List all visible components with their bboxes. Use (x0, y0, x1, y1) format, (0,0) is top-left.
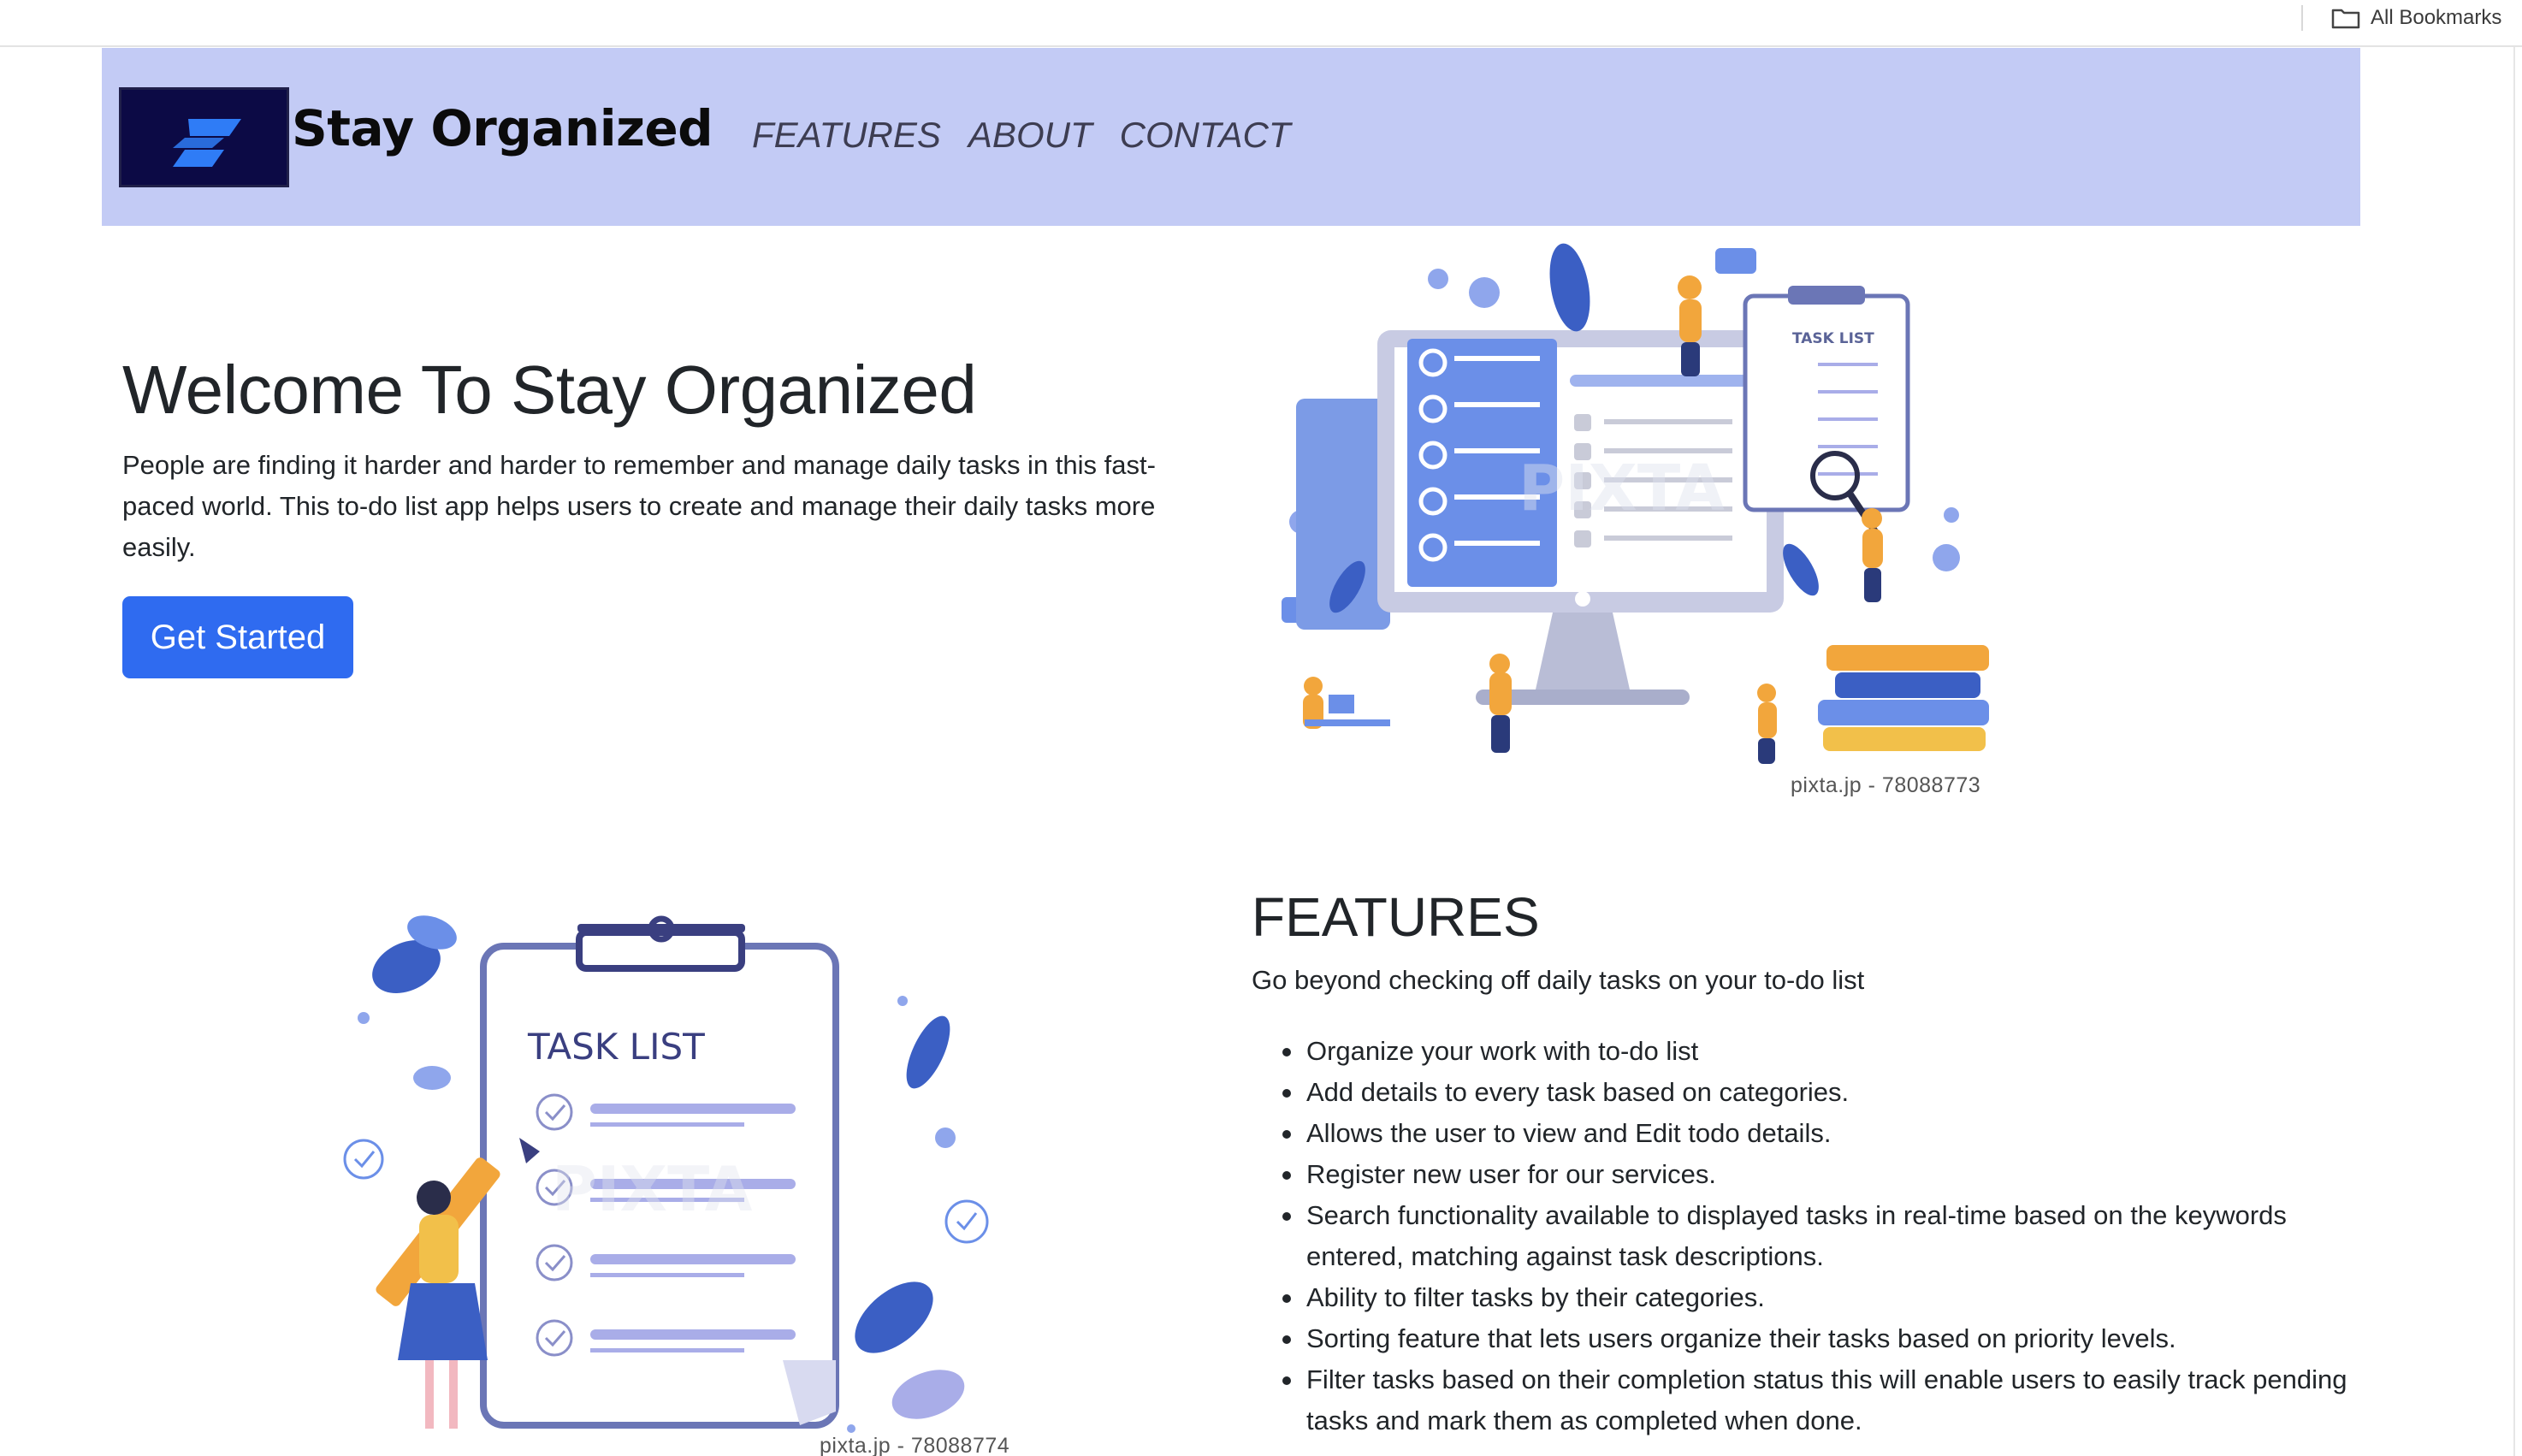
get-started-button[interactable]: Get Started (122, 596, 353, 678)
feature-item: Register new user for our services. (1252, 1154, 2355, 1195)
brand-name[interactable]: Stay Organized (292, 99, 713, 157)
feature-item: Ability to filter tasks by their categor… (1252, 1277, 2355, 1318)
features-image-credit: pixta.jp - 78088774 (820, 1434, 1010, 1456)
clipboard-caption: TASK LIST (1792, 330, 1874, 347)
logo[interactable] (119, 87, 289, 187)
features-title: FEATURES (1252, 886, 1540, 948)
feature-item: Filter tasks based on their completion s… (1252, 1359, 2355, 1441)
browser-bookmarks-bar: All Bookmarks (0, 0, 2522, 47)
features-subtitle: Go beyond checking off daily tasks on yo… (1252, 965, 1865, 995)
scrollbar[interactable] (2513, 47, 2522, 1456)
svg-text:PIXTA: PIXTA (552, 1153, 753, 1225)
feature-item: Add details to every task based on categ… (1252, 1072, 2355, 1113)
features-list: Organize your work with to-do list Add d… (1252, 1031, 2355, 1441)
nav-contact[interactable]: CONTACT (1120, 115, 1291, 156)
hero-image-credit: pixta.jp - 78088773 (1791, 773, 1981, 797)
hero-description: People are finding it harder and harder … (122, 450, 1156, 562)
logo-s-icon (173, 119, 241, 167)
features-illustration: TASK LIST PIXTA (343, 915, 989, 1433)
feature-item: Allows the user to view and Edit todo de… (1252, 1113, 2355, 1154)
clipboard-caption: TASK LIST (527, 1026, 705, 1068)
all-bookmarks-button[interactable]: All Bookmarks (2331, 3, 2501, 33)
hero-illustration: TASK LIST PIXTA (1282, 243, 1989, 764)
feature-item: Search functionality available to displa… (1252, 1195, 2355, 1277)
hero-title: Welcome To Stay Organized (122, 352, 977, 428)
feature-item: Organize your work with to-do list (1252, 1031, 2355, 1072)
feature-item: Sorting feature that lets users organize… (1252, 1318, 2355, 1359)
nav-about[interactable]: ABOUT (968, 115, 1092, 156)
nav-features[interactable]: FEATURES (752, 115, 941, 156)
main-nav: FEATURES ABOUT CONTACT (752, 115, 1290, 156)
site-header: Stay Organized FEATURES ABOUT CONTACT (102, 48, 2360, 226)
folder-icon (2331, 9, 2360, 29)
svg-text:PIXTA: PIXTA (1519, 452, 1725, 525)
bookmarks-separator (2301, 5, 2303, 31)
all-bookmarks-label: All Bookmarks (2371, 6, 2502, 29)
